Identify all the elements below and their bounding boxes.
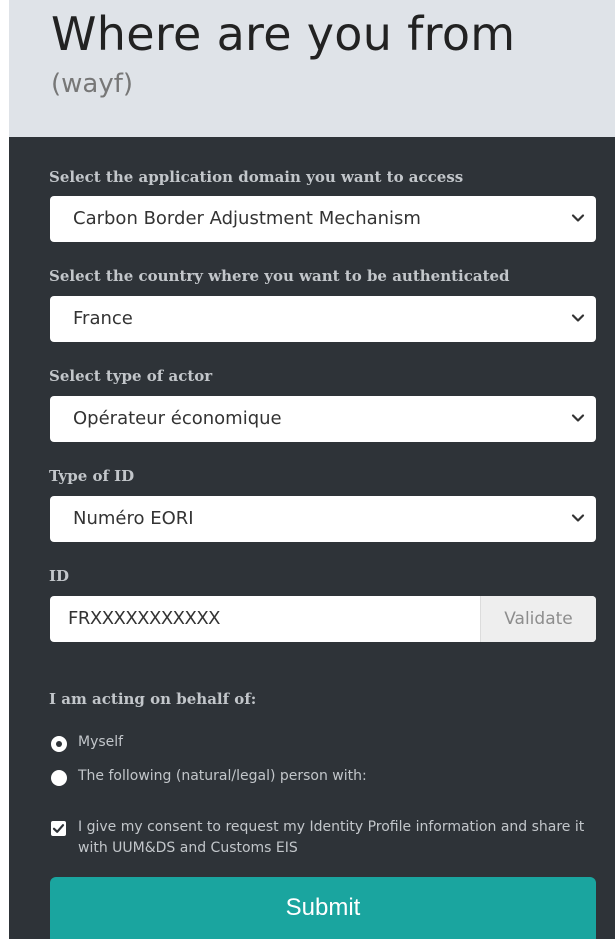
chevron-down-icon [571, 214, 585, 222]
country-label: Select the country where you want to be … [49, 267, 510, 285]
actor-select[interactable]: Opérateur économique [50, 396, 596, 442]
page-subtitle: (wayf) [51, 69, 134, 99]
id-type-label: Type of ID [49, 467, 135, 485]
radio-button[interactable] [51, 770, 67, 786]
behalf-label: I am acting on behalf of: [49, 690, 257, 708]
id-input-group: FRXXXXXXXXXXX Validate [50, 596, 596, 642]
consent-checkbox[interactable] [51, 821, 66, 836]
domain-label: Select the application domain you want t… [49, 168, 464, 186]
id-type-select-value: Numéro EORI [73, 508, 194, 529]
validate-button[interactable]: Validate [480, 596, 596, 642]
chevron-down-icon [571, 314, 585, 322]
submit-button[interactable]: Submit [50, 877, 596, 939]
page-header: Where are you from (wayf) [9, 0, 615, 137]
actor-label: Select type of actor [49, 367, 213, 385]
form-panel: Select the application domain you want t… [9, 137, 615, 939]
page-title: Where are you from [51, 7, 516, 61]
checkmark-icon [52, 824, 65, 833]
chevron-down-icon [571, 514, 585, 522]
domain-select-value: Carbon Border Adjustment Mechanism [73, 208, 421, 229]
radio-button-checked[interactable] [51, 736, 67, 752]
id-input[interactable]: FRXXXXXXXXXXX [68, 608, 221, 629]
wayf-page: Where are you from (wayf) Select the app… [0, 0, 615, 939]
consent-text: I give my consent to request my Identity… [78, 819, 585, 856]
domain-select[interactable]: Carbon Border Adjustment Mechanism [50, 196, 596, 242]
country-select-value: France [73, 308, 133, 329]
id-type-select[interactable]: Numéro EORI [50, 496, 596, 542]
actor-select-value: Opérateur économique [73, 408, 282, 429]
country-select[interactable]: France [50, 296, 596, 342]
chevron-down-icon [571, 414, 585, 422]
radio-other-person-label: The following (natural/legal) person wit… [78, 768, 367, 784]
radio-myself-label: Myself [78, 734, 124, 750]
id-label: ID [49, 567, 70, 585]
